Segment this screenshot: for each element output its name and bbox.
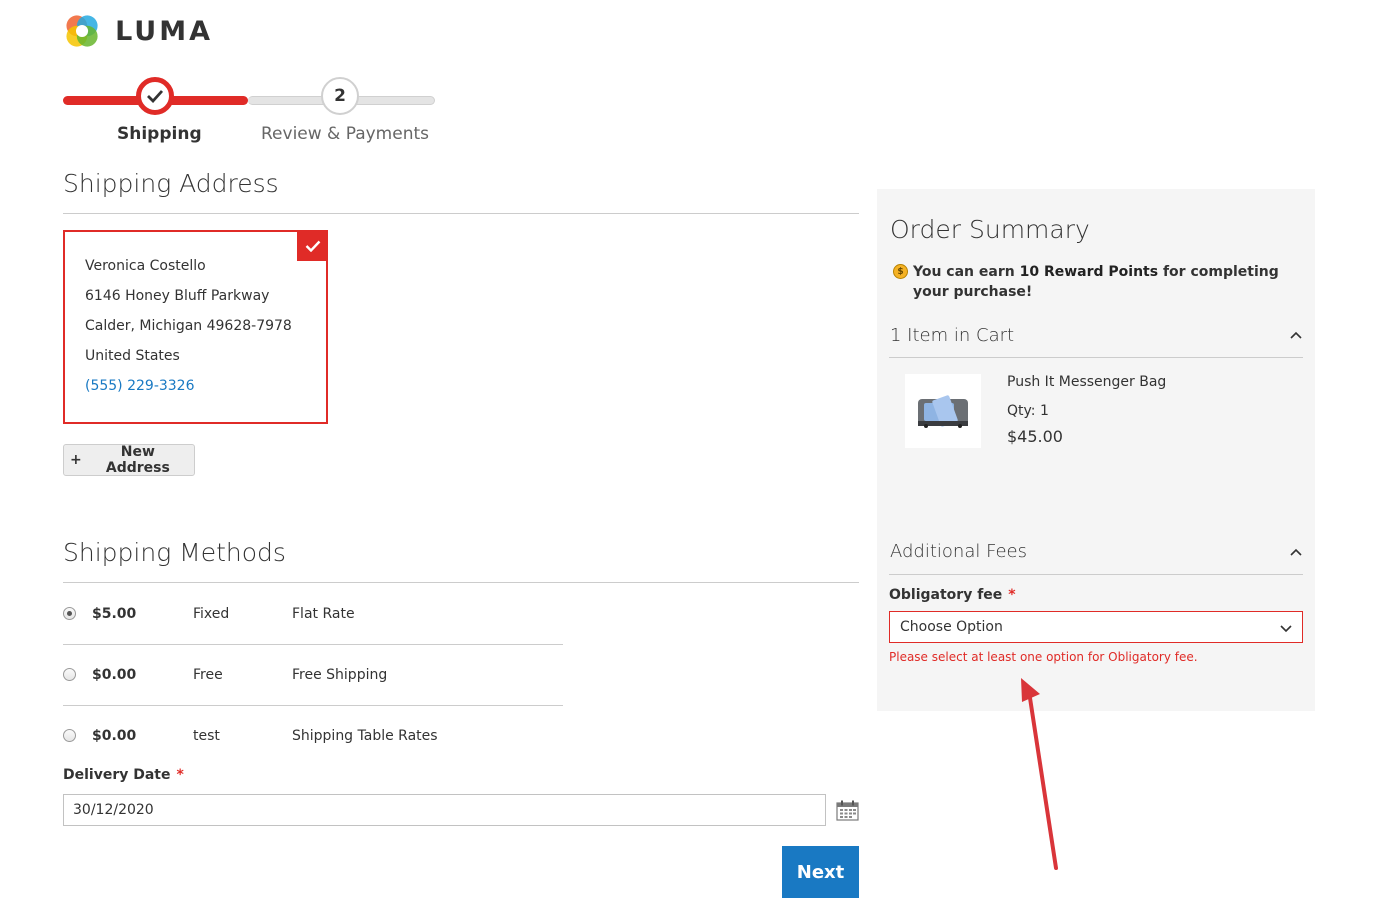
shipping-address-title: Shipping Address	[63, 169, 279, 198]
fees-divider	[889, 574, 1303, 575]
annotation-arrow-icon	[1021, 678, 1058, 870]
selected-address-card[interactable]: Veronica Costello 6146 Honey Bluff Parkw…	[63, 230, 328, 424]
shipping-address-divider	[63, 213, 859, 214]
cart-items-toggle[interactable]: 1 Item in Cart	[890, 325, 1014, 346]
cart-divider	[889, 357, 1303, 358]
address-street: 6146 Honey Bluff Parkway	[85, 288, 270, 304]
check-icon	[305, 240, 320, 252]
address-phone-link[interactable]: (555) 229-3326	[85, 378, 195, 394]
chevron-down-icon	[1280, 625, 1292, 633]
shipping-method-price: $5.00	[92, 606, 137, 622]
required-mark: *	[176, 767, 184, 783]
shipping-methods-divider	[63, 582, 859, 583]
step-shipping-label: Shipping	[117, 124, 202, 144]
reward-prefix: You can earn	[913, 264, 1020, 280]
shipping-method-radio[interactable]	[63, 607, 76, 620]
delivery-date-label: Delivery Date *	[63, 767, 184, 783]
shipping-method-row[interactable]: $5.00 Fixed Flat Rate	[63, 590, 563, 651]
reward-points: 10 Reward Points	[1019, 264, 1159, 280]
obligatory-fee-select[interactable]: Choose Option	[889, 611, 1303, 643]
shipping-methods-title: Shipping Methods	[63, 538, 286, 567]
next-button[interactable]: Next	[782, 846, 859, 898]
shipping-method-name: test	[193, 728, 220, 744]
shipping-method-radio[interactable]	[63, 729, 76, 742]
shipping-method-row[interactable]: $0.00 Free Free Shipping	[63, 651, 563, 712]
shipping-method-price: $0.00	[92, 728, 137, 744]
brand-name: LUMA	[115, 15, 213, 47]
shipping-carrier-name: Free Shipping	[292, 667, 388, 683]
shipping-method-radio[interactable]	[63, 668, 76, 681]
step-review-label[interactable]: Review & Payments	[261, 124, 429, 144]
reward-text: You can earn 10 Reward Points for comple…	[913, 262, 1293, 302]
plus-icon: +	[70, 452, 82, 468]
method-separator	[63, 705, 563, 706]
product-thumbnail[interactable]	[905, 374, 981, 448]
obligatory-fee-error: Please select at least one option for Ob…	[889, 650, 1198, 664]
product-name: Push It Messenger Bag	[1007, 374, 1167, 390]
luma-logo-icon	[66, 15, 98, 47]
shipping-carrier-name: Flat Rate	[292, 606, 355, 622]
delivery-date-label-text: Delivery Date	[63, 767, 171, 783]
address-city: Calder, Michigan 49628-7978	[85, 318, 292, 334]
shipping-method-name: Free	[193, 667, 223, 683]
reward-points-message: $ You can earn 10 Reward Points for comp…	[893, 262, 1293, 302]
obligatory-fee-label: Obligatory fee *	[889, 587, 1016, 603]
order-summary-title: Order Summary	[890, 215, 1090, 244]
messenger-bag-image	[918, 395, 968, 428]
delivery-date-input[interactable]: 30/12/2020	[63, 794, 826, 826]
shipping-method-price: $0.00	[92, 667, 137, 683]
select-value: Choose Option	[900, 619, 1003, 635]
shipping-method-name: Fixed	[193, 606, 230, 622]
check-icon	[147, 90, 164, 103]
address-name: Veronica Costello	[85, 258, 206, 274]
reward-coin-icon: $	[893, 264, 908, 279]
selected-check-badge	[297, 230, 328, 261]
required-mark: *	[1008, 587, 1016, 603]
step-shipping-indicator	[136, 77, 174, 115]
product-price: $45.00	[1007, 427, 1063, 446]
new-address-label: New Address	[105, 444, 170, 476]
obligatory-fee-label-text: Obligatory fee	[889, 587, 1003, 603]
shipping-carrier-name: Shipping Table Rates	[292, 728, 438, 744]
product-qty: Qty: 1	[1007, 403, 1049, 419]
shipping-method-row[interactable]: $0.00 test Shipping Table Rates	[63, 712, 563, 773]
chevron-up-icon[interactable]	[1290, 547, 1302, 559]
method-separator	[63, 644, 563, 645]
additional-fees-toggle[interactable]: Additional Fees	[890, 541, 1027, 562]
address-country: United States	[85, 348, 180, 364]
new-address-button[interactable]: + New Address	[63, 444, 195, 476]
luma-logo[interactable]: LUMA	[63, 8, 213, 54]
calendar-icon[interactable]	[836, 800, 859, 821]
chevron-up-icon[interactable]	[1290, 330, 1302, 342]
step-review-indicator[interactable]: 2	[321, 77, 359, 115]
checkout-progress: 2 Shipping Review & Payments	[63, 76, 443, 156]
